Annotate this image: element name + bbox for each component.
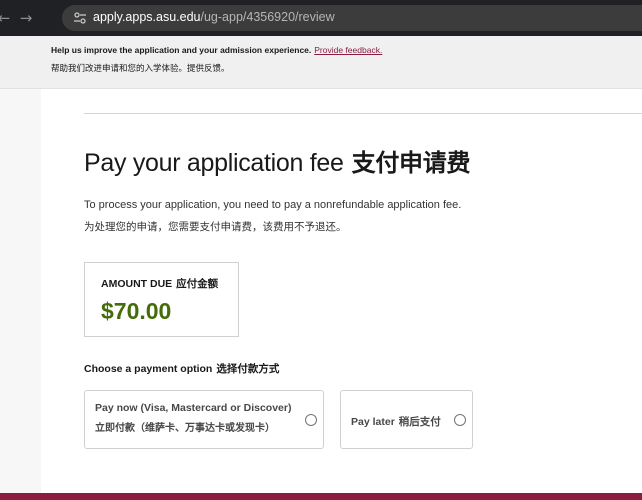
feedback-text-zh: 帮助我们改进申请和您的入学体验。提供反馈。 xyxy=(51,64,230,74)
payment-option-heading: Choose a payment option 选择付款方式 xyxy=(84,361,279,376)
pay-now-option[interactable]: Pay now (Visa, Mastercard or Discover) 立… xyxy=(84,390,324,449)
footer-accent-stripe xyxy=(0,493,642,500)
amount-due-card: AMOUNT DUE 应付金额 $70.00 xyxy=(84,262,239,337)
divider xyxy=(84,113,642,114)
left-gutter xyxy=(0,89,41,493)
pay-now-radio[interactable] xyxy=(305,414,317,426)
payment-option-heading-zh: 选择付款方式 xyxy=(216,363,280,375)
page-title-zh: 支付申请费 xyxy=(351,149,471,177)
pay-later-radio[interactable] xyxy=(454,414,466,426)
payment-option-heading-en: Choose a payment option xyxy=(84,363,213,375)
pay-later-label: Pay later 稍后支付 xyxy=(351,414,441,429)
url-text[interactable]: apply.apps.asu.edu/ug-app/4356920/review xyxy=(93,10,335,24)
pay-later-label-zh: 稍后支付 xyxy=(398,416,441,428)
pay-later-label-en: Pay later xyxy=(351,416,395,428)
amount-due-label-zh: 应付金额 xyxy=(176,278,219,290)
arrow-right-icon[interactable]: → xyxy=(16,8,36,28)
feedback-message: Help us improve the application and your… xyxy=(51,45,312,55)
arrow-left-icon[interactable]: ← xyxy=(0,8,14,28)
tune-icon[interactable] xyxy=(72,10,88,26)
page-title: Pay your application fee 支付申请费 xyxy=(84,143,470,178)
address-bar[interactable]: apply.apps.asu.edu/ug-app/4356920/review xyxy=(62,5,642,31)
url-path: /ug-app/4356920/review xyxy=(200,10,335,24)
amount-due-label: AMOUNT DUE 应付金额 xyxy=(101,276,218,291)
provide-feedback-link[interactable]: Provide feedback. xyxy=(314,45,382,55)
amount-due-value: $70.00 xyxy=(101,298,172,324)
description-zh: 为处理您的申请，您需要支付申请费，该费用不予退还。 xyxy=(84,221,347,233)
url-host: apply.apps.asu.edu xyxy=(93,10,201,24)
pay-later-option[interactable]: Pay later 稍后支付 xyxy=(340,390,473,449)
description-en: To process your application, you need to… xyxy=(84,199,462,211)
pay-now-label-en: Pay now (Visa, Mastercard or Discover) xyxy=(95,402,292,414)
pay-now-label-zh: 立即付款（维萨卡、万事达卡或发现卡） xyxy=(95,423,275,434)
browser-toolbar: ← → apply.apps.asu.edu/ug-app/4356920/re… xyxy=(0,0,642,36)
feedback-text-en: Help us improve the application and your… xyxy=(51,45,382,55)
amount-due-label-en: AMOUNT DUE xyxy=(101,278,173,290)
feedback-banner: Help us improve the application and your… xyxy=(0,36,642,89)
page-title-en: Pay your application fee xyxy=(84,149,344,177)
